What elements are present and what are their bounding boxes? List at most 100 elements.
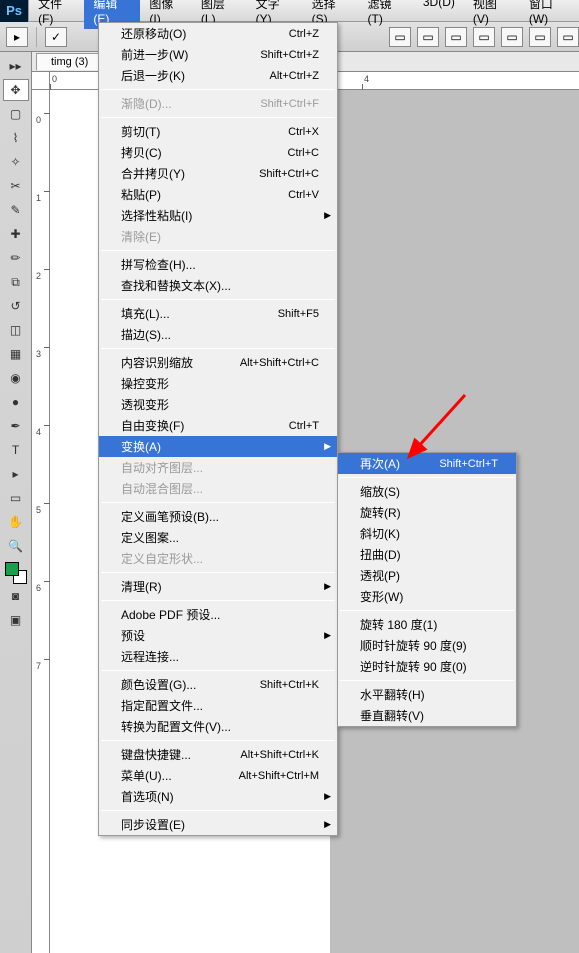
menu-entry[interactable]: 操控变形 [99, 373, 337, 394]
menu-entry[interactable]: 透视变形 [99, 394, 337, 415]
menu-entry[interactable]: 水平翻转(H) [338, 684, 516, 705]
menu-entry[interactable]: 选择性粘贴(I) ▶ [99, 205, 337, 226]
menu-entry[interactable]: 颜色设置(G)...Shift+Ctrl+K [99, 674, 337, 695]
menu-entry[interactable]: 后退一步(K)Alt+Ctrl+Z [99, 65, 337, 86]
path-tool-icon[interactable]: ▸ [3, 463, 29, 485]
menu-entry[interactable]: 再次(A)Shift+Ctrl+T [338, 453, 516, 474]
eyedropper-tool-icon[interactable]: ✎ [3, 199, 29, 221]
menu-entry[interactable]: 垂直翻转(V) [338, 705, 516, 726]
menu-entry-label: 缩放(S) [360, 483, 498, 500]
menu-entry[interactable]: 菜单(U)...Alt+Shift+Ctrl+M [99, 765, 337, 786]
menu-entry[interactable]: 查找和替换文本(X)... [99, 275, 337, 296]
menu-item[interactable]: 滤镜(T) [359, 0, 414, 29]
menu-entry[interactable]: 远程连接... [99, 646, 337, 667]
menu-entry[interactable]: 旋转(R) [338, 502, 516, 523]
menu-entry[interactable]: 前进一步(W)Shift+Ctrl+Z [99, 44, 337, 65]
menu-entry[interactable]: 还原移动(O)Ctrl+Z [99, 23, 337, 44]
menu-entry[interactable]: 剪切(T)Ctrl+X [99, 121, 337, 142]
menu-entry-label: 查找和替换文本(X)... [121, 277, 319, 294]
align-icon[interactable]: ▭ [557, 27, 579, 47]
ruler-label: 3 [36, 349, 41, 359]
menu-entry[interactable]: 自由变换(F)Ctrl+T [99, 415, 337, 436]
menu-entry-label: 自动对齐图层... [121, 459, 319, 476]
dodge-tool-icon[interactable]: ● [3, 391, 29, 413]
menu-entry[interactable]: 预设▶ [99, 625, 337, 646]
color-swatches[interactable] [5, 562, 27, 584]
type-tool-icon[interactable]: T [3, 439, 29, 461]
marquee-tool-icon[interactable]: ▢ [3, 103, 29, 125]
menu-entry[interactable]: 指定配置文件... [99, 695, 337, 716]
menu-entry[interactable]: 定义画笔预设(B)... [99, 506, 337, 527]
lasso-tool-icon[interactable]: ⌇ [3, 127, 29, 149]
menu-entry[interactable]: 透视(P) [338, 565, 516, 586]
eraser-tool-icon[interactable]: ◫ [3, 319, 29, 341]
zoom-tool-icon[interactable]: 🔍 [3, 535, 29, 557]
menu-entry[interactable]: 逆时针旋转 90 度(0) [338, 656, 516, 677]
menu-entry[interactable]: Adobe PDF 预设... [99, 604, 337, 625]
menu-entry-shortcut: Ctrl+C [288, 147, 319, 159]
quickmask-icon[interactable]: ◙ [3, 585, 29, 607]
menu-entry[interactable]: 拷贝(C)Ctrl+C [99, 142, 337, 163]
menu-entry-shortcut: Ctrl+Z [289, 28, 319, 40]
stamp-tool-icon[interactable]: ⧉ [3, 271, 29, 293]
menu-entry[interactable]: 斜切(K) [338, 523, 516, 544]
document-tab[interactable]: timg (3) [36, 53, 103, 70]
menu-entry[interactable]: 首选项(N)▶ [99, 786, 337, 807]
menu-item[interactable]: 3D(D) [414, 0, 464, 29]
screenmode-icon[interactable]: ▣ [3, 609, 29, 631]
menu-entry[interactable]: 同步设置(E)▶ [99, 814, 337, 835]
menu-entry[interactable]: 扭曲(D) [338, 544, 516, 565]
menu-entry-label: 键盘快捷键... [121, 746, 240, 763]
menu-entry-label: 选择性粘贴(I) [121, 207, 319, 224]
menu-entry[interactable]: 变形(W) [338, 586, 516, 607]
align-icon[interactable]: ▭ [529, 27, 551, 47]
menu-entry-shortcut: Shift+Ctrl+K [260, 679, 319, 691]
menu-item[interactable]: 视图(V) [464, 0, 520, 29]
blur-tool-icon[interactable]: ◉ [3, 367, 29, 389]
brush-tool-icon[interactable]: ✏ [3, 247, 29, 269]
menu-separator [101, 670, 335, 671]
fg-color-swatch[interactable] [5, 562, 19, 576]
menu-entry[interactable]: 填充(L)...Shift+F5 [99, 303, 337, 324]
wand-tool-icon[interactable]: ✧ [3, 151, 29, 173]
menu-entry[interactable]: 描边(S)... [99, 324, 337, 345]
submenu-arrow-icon: ▶ [324, 210, 331, 221]
menu-entry[interactable]: 旋转 180 度(1) [338, 614, 516, 635]
menu-entry[interactable]: 清理(R)▶ [99, 576, 337, 597]
menu-entry[interactable]: 键盘快捷键...Alt+Shift+Ctrl+K [99, 744, 337, 765]
crop-tool-icon[interactable]: ✂ [3, 175, 29, 197]
menu-entry-label: 菜单(U)... [121, 767, 239, 784]
menu-entry[interactable]: 缩放(S) [338, 481, 516, 502]
align-icon[interactable]: ▭ [501, 27, 523, 47]
menu-entry[interactable]: 顺时针旋转 90 度(9) [338, 635, 516, 656]
menu-entry[interactable]: 变换(A)▶ [99, 436, 337, 457]
gradient-tool-icon[interactable]: ▦ [3, 343, 29, 365]
menu-entry[interactable]: 粘贴(P)Ctrl+V [99, 184, 337, 205]
menu-entry-label: 指定配置文件... [121, 697, 319, 714]
align-icon[interactable]: ▭ [445, 27, 467, 47]
history-tool-icon[interactable]: ↺ [3, 295, 29, 317]
menu-entry[interactable]: 内容识别缩放Alt+Shift+Ctrl+C [99, 352, 337, 373]
align-icon[interactable]: ▭ [417, 27, 439, 47]
menu-entry-shortcut: Alt+Shift+Ctrl+C [240, 357, 319, 369]
shape-tool-icon[interactable]: ▭ [3, 487, 29, 509]
menu-entry-label: 垂直翻转(V) [360, 707, 498, 724]
heal-tool-icon[interactable]: ✚ [3, 223, 29, 245]
expand-icon[interactable]: ▸▸ [3, 55, 29, 77]
menu-item[interactable]: 窗口(W) [520, 0, 579, 29]
pen-tool-icon[interactable]: ✒ [3, 415, 29, 437]
tool-preset-icon[interactable]: ▸ [6, 27, 28, 47]
menu-entry[interactable]: 定义图案... [99, 527, 337, 548]
menu-entry-label: 顺时针旋转 90 度(9) [360, 637, 498, 654]
menu-item[interactable]: 文件(F) [29, 0, 84, 29]
menu-entry[interactable]: 拼写检查(H)... [99, 254, 337, 275]
left-ruler[interactable]: 01234567 [32, 90, 50, 953]
align-icon[interactable]: ▭ [473, 27, 495, 47]
menu-entry[interactable]: 转换为配置文件(V)... [99, 716, 337, 737]
hand-tool-icon[interactable]: ✋ [3, 511, 29, 533]
auto-select-check[interactable]: ✓ [45, 27, 67, 47]
toolbox: ▸▸ ✥ ▢ ⌇ ✧ ✂ ✎ ✚ ✏ ⧉ ↺ ◫ ▦ ◉ ● ✒ T ▸ ▭ ✋… [0, 52, 32, 953]
align-icon[interactable]: ▭ [389, 27, 411, 47]
menu-entry[interactable]: 合并拷贝(Y)Shift+Ctrl+C [99, 163, 337, 184]
move-tool-icon[interactable]: ✥ [3, 79, 29, 101]
